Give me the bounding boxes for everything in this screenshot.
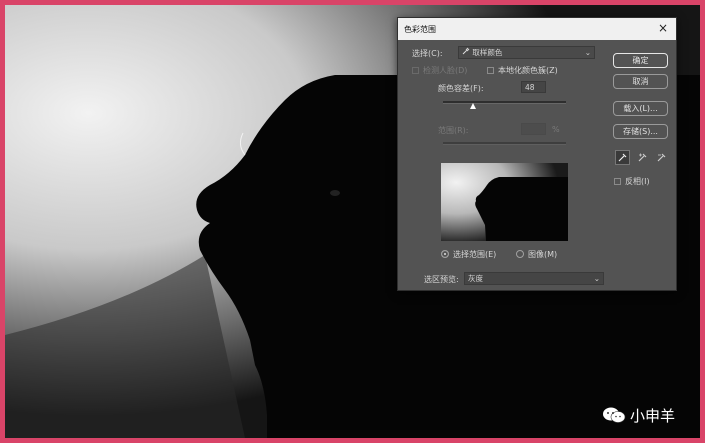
invert-checkbox[interactable] bbox=[614, 178, 621, 185]
fuzziness-slider-thumb[interactable] bbox=[469, 103, 476, 109]
eyedropper-add-icon[interactable] bbox=[635, 150, 650, 165]
fuzziness-label: 颜色容差(F): bbox=[438, 84, 484, 93]
select-dropdown[interactable]: 取样颜色 ⌄ bbox=[458, 46, 595, 59]
select-label: 选择(C): bbox=[412, 49, 443, 58]
selection-preview-value: 灰度 bbox=[468, 274, 483, 283]
selection-radio[interactable] bbox=[441, 250, 449, 258]
image-radio[interactable] bbox=[516, 250, 524, 258]
range-unit: % bbox=[552, 125, 560, 134]
document-canvas[interactable]: 色彩范围 × 选择(C): 取样颜色 ⌄ 检测人脸(D) 本地化颜色簇(Z) 颜… bbox=[5, 5, 700, 438]
range-slider-track bbox=[443, 142, 566, 145]
close-icon[interactable]: × bbox=[658, 21, 668, 35]
selection-preview-label: 选区预览: bbox=[424, 275, 459, 284]
invert-label: 反相(I) bbox=[625, 177, 650, 186]
detect-faces-checkbox bbox=[412, 67, 419, 74]
fuzziness-input[interactable]: 48 bbox=[521, 81, 546, 93]
eyedropper-icon bbox=[462, 47, 472, 57]
ok-button[interactable]: 确定 bbox=[613, 53, 668, 68]
image-radio-label: 图像(M) bbox=[528, 250, 558, 259]
select-value: 取样颜色 bbox=[472, 48, 503, 57]
selection-radio-label: 选择范围(E) bbox=[453, 250, 497, 259]
save-button[interactable]: 存储(S)... bbox=[613, 124, 668, 139]
selection-preview-dropdown[interactable]: 灰度 ⌄ bbox=[464, 272, 604, 285]
chevron-down-icon: ⌄ bbox=[593, 274, 600, 283]
wechat-icon bbox=[603, 407, 626, 423]
fuzziness-slider-track[interactable] bbox=[443, 101, 566, 104]
dialog-title: 色彩范围 bbox=[404, 25, 436, 34]
localized-clusters-label: 本地化颜色簇(Z) bbox=[498, 66, 558, 75]
detect-faces-label: 检测人脸(D) bbox=[423, 66, 468, 75]
cancel-button[interactable]: 取消 bbox=[613, 74, 668, 89]
chevron-down-icon: ⌄ bbox=[584, 48, 591, 57]
eyedropper-subtract-icon[interactable] bbox=[654, 150, 669, 165]
localized-clusters-checkbox[interactable] bbox=[487, 67, 494, 74]
color-range-dialog: 色彩范围 × 选择(C): 取样颜色 ⌄ 检测人脸(D) 本地化颜色簇(Z) 颜… bbox=[397, 17, 677, 291]
dialog-titlebar: 色彩范围 × bbox=[398, 18, 676, 40]
range-label: 范围(R): bbox=[438, 126, 469, 135]
eyedropper-icon[interactable] bbox=[615, 150, 630, 165]
preview-thumbnail bbox=[441, 163, 568, 241]
watermark-text: 小申羊 bbox=[630, 406, 676, 425]
watermark: 小申羊 bbox=[602, 403, 692, 427]
load-button[interactable]: 载入(L)... bbox=[613, 101, 668, 116]
range-input bbox=[521, 123, 546, 135]
